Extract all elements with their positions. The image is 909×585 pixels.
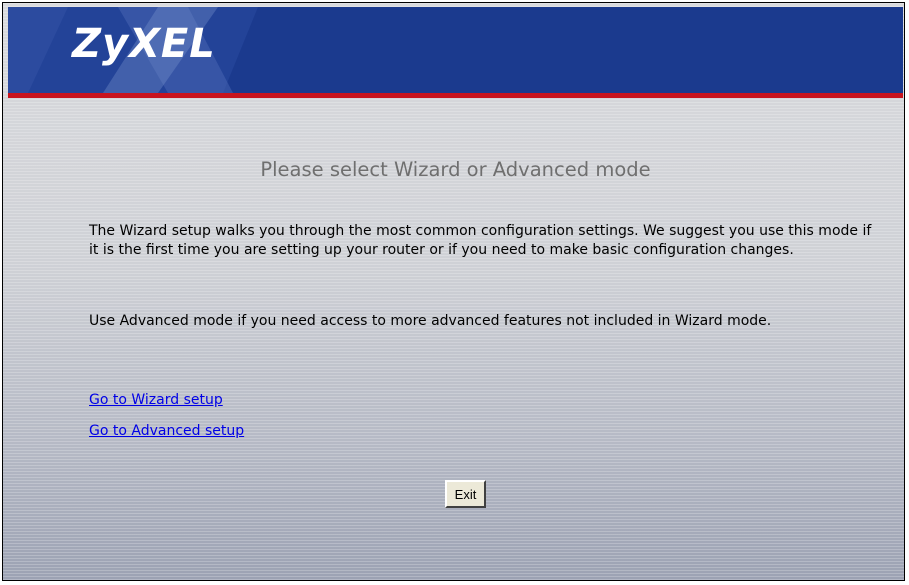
advanced-setup-link[interactable]: Go to Advanced setup	[89, 423, 244, 439]
header-red-rule	[8, 93, 903, 98]
wizard-description: The Wizard setup walks you through the m…	[89, 223, 872, 258]
wizard-setup-link[interactable]: Go to Wizard setup	[89, 392, 223, 408]
header-banner: ZyXEL	[8, 7, 903, 93]
advanced-description: Use Advanced mode if you need access to …	[89, 313, 772, 329]
page-title: Please select Wizard or Advanced mode	[260, 158, 651, 181]
exit-button[interactable]: Exit	[445, 480, 486, 508]
zyxel-logo: ZyXEL	[72, 21, 216, 67]
